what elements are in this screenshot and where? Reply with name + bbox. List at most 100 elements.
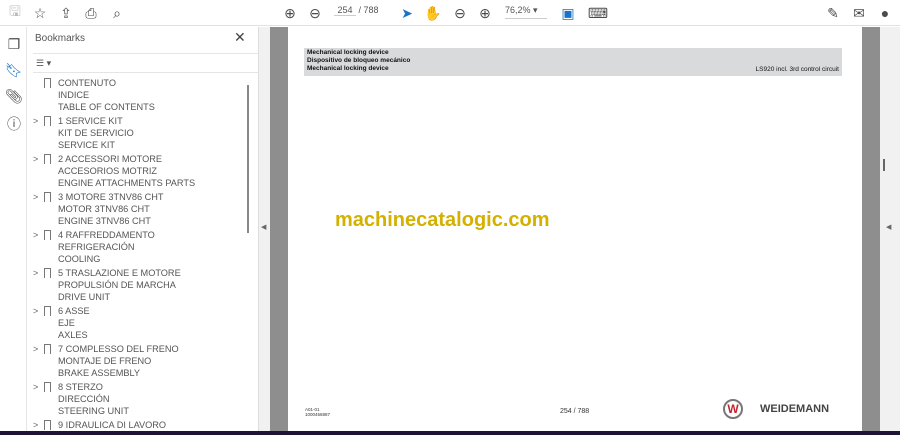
scroll-handle[interactable] (883, 159, 885, 171)
taskbar-strip (0, 431, 900, 435)
page-total: / 788 (358, 5, 379, 15)
bookmark-label: DIRECCIÓN (58, 394, 110, 404)
bookmark-label: MOTOR 3TNV86 CHT (58, 204, 150, 214)
close-icon[interactable]: ✕ (234, 29, 246, 46)
chevron-right-icon[interactable]: > (33, 343, 38, 355)
header-line: Mechanical locking device (307, 49, 389, 56)
bookmark-icon (44, 154, 51, 164)
chevron-right-icon[interactable]: > (33, 267, 38, 279)
bookmark-label: 4 RAFFREDDAMENTO (58, 230, 155, 240)
bookmark-label: DRIVE UNIT (58, 292, 111, 302)
attachment-icon[interactable]: 📎︎ (5, 87, 23, 105)
bookmark-label: ENGINE 3TNV86 CHT (58, 216, 151, 226)
weidemann-logo: W (723, 399, 743, 419)
footer-page-number: 254 / 788 (560, 408, 590, 415)
sign-icon[interactable]: ✎ (824, 4, 842, 22)
bookmark-item[interactable]: >9 IDRAULICA DI LAVORO (27, 419, 249, 431)
options-menu-icon[interactable]: ☰ ▾ (36, 58, 51, 69)
page-header: Mechanical locking device Dispositivo de… (304, 48, 842, 76)
chevron-right-icon[interactable]: > (33, 153, 38, 165)
chevron-right-icon[interactable]: > (33, 381, 38, 393)
mail-icon[interactable]: ✉ (850, 4, 868, 22)
footer-codes: A01-01 1000456887 (305, 407, 330, 417)
bookmark-label: STEERING UNIT (58, 406, 129, 416)
bookmark-label: MONTAJE DE FRENO (58, 356, 152, 366)
scrollbar[interactable] (247, 85, 249, 233)
select-cursor-icon[interactable]: ➤ (398, 4, 416, 22)
chevron-right-icon[interactable]: > (33, 419, 38, 431)
bookmark-item[interactable]: >1 SERVICE KIT KIT DE SERVICIO SERVICE KIT (27, 115, 249, 153)
chevron-right-icon[interactable]: > (33, 305, 38, 317)
prev-page-icon[interactable]: ⊕ (281, 4, 299, 22)
bookmark-item[interactable]: CONTENUTO INDICE TABLE OF CONTENTS (27, 77, 249, 115)
bookmark-icon (44, 268, 51, 278)
bookmark-panel-icon[interactable]: 🔖︎ (5, 61, 23, 79)
bookmark-item[interactable]: >5 TRASLAZIONE E MOTORE PROPULSIÓN DE MAR… (27, 267, 249, 305)
cloud-upload-icon[interactable]: ⇪ (57, 4, 75, 22)
zoom-select[interactable]: 76,2% ▾ (505, 5, 547, 19)
bookmark-item[interactable]: >6 ASSE EJE AXLES (27, 305, 249, 343)
bookmark-label: 3 MOTORE 3TNV86 CHT (58, 192, 164, 202)
bookmark-list: CONTENUTO INDICE TABLE OF CONTENTS >1 SERVI… (27, 77, 249, 431)
bookmark-label: CONTENUTO (58, 78, 117, 88)
bookmark-icon (44, 306, 51, 316)
next-page-icon[interactable]: ⊖ (306, 4, 324, 22)
collapse-arrow-icon[interactable]: ◀ (261, 223, 266, 231)
bookmark-item[interactable]: >2 ACCESSORI MOTORE ACCESORIOS MOTRIZ ENGI… (27, 153, 249, 191)
bookmark-icon (44, 192, 51, 202)
brand-name: WEIDEMANN (760, 403, 830, 415)
print-icon[interactable]: ⎙ (82, 4, 100, 22)
star-icon[interactable]: ☆ (31, 4, 49, 22)
bookmark-label: KIT DE SERVICIO (58, 128, 134, 138)
zoom-in-icon[interactable]: ⊕ (476, 4, 494, 22)
chevron-right-icon[interactable]: > (33, 229, 38, 241)
bookmark-label: 5 TRASLAZIONE E MOTORE (58, 268, 181, 278)
document-info-icon[interactable]: ⓘ (5, 115, 23, 133)
left-rail: ❐ 🔖︎ 📎︎ ⓘ (0, 27, 27, 431)
bookmark-label: INDICE (58, 90, 90, 100)
chevron-right-icon[interactable]: > (33, 191, 38, 203)
bookmark-label: COOLING (58, 254, 101, 264)
account-icon[interactable]: ● (876, 4, 894, 22)
bookmark-label: TABLE OF CONTENTS (58, 102, 155, 112)
panel-splitter[interactable]: ◀ (258, 27, 270, 431)
bookmark-icon (44, 78, 51, 88)
bookmark-icon (44, 230, 51, 240)
page-navigator: / 788 (334, 5, 379, 16)
footer-code: 1000456887 (305, 412, 331, 417)
hand-tool-icon[interactable]: ✋ (424, 4, 442, 22)
bookmark-item[interactable]: >3 MOTORE 3TNV86 CHT MOTOR 3TNV86 CHT ENGI… (27, 191, 249, 229)
bookmark-label: 9 IDRAULICA DI LAVORO (58, 420, 167, 430)
save-icon[interactable]: 🖫 (6, 3, 24, 22)
bookmark-label: REFRIGERACIÓN (58, 242, 135, 252)
page-number-input[interactable] (334, 5, 356, 16)
bookmark-label: 6 ASSE (58, 306, 90, 316)
watermark: machinecatalogic.com (335, 209, 550, 231)
options-bar: ☰ ▾ (33, 53, 258, 73)
expand-arrow-icon[interactable]: ◀ (886, 223, 891, 231)
search-icon[interactable]: ⌕ (108, 4, 126, 22)
bookmark-item[interactable]: >8 STERZO DIRECCIÓN STEERING UNIT (27, 381, 249, 419)
bookmark-label: 7 COMPLESSO DEL FRENO (58, 344, 179, 354)
bookmark-icon (44, 116, 51, 126)
bookmark-item[interactable]: >4 RAFFREDDAMENTO REFRIGERACIÓN COOLING (27, 229, 249, 267)
bookmark-label: SERVICE KIT (58, 140, 116, 150)
zoom-out-icon[interactable]: ⊖ (451, 4, 469, 22)
keyboard-download-icon[interactable]: ⌨ (588, 4, 608, 22)
pages-icon[interactable]: ❐ (5, 35, 23, 53)
bookmark-label: PROPULSIÓN DE MARCHA (58, 280, 176, 290)
chevron-right-icon[interactable]: > (33, 115, 38, 127)
bookmark-label: 1 SERVICE KIT (58, 116, 123, 126)
bookmark-label: BRAKE ASSEMBLY (58, 368, 141, 378)
bookmark-label: 2 ACCESSORI MOTORE (58, 154, 162, 164)
pdf-page: Mechanical locking device Dispositivo de… (288, 27, 862, 431)
toolbar: 🖫 ☆ ⇪ ⎙ ⌕ ⊕ ⊖ / 788 ➤ ✋ ⊖ ⊕ 76,2% ▾ ▣ ⌨ … (0, 0, 900, 26)
bookmark-label: ENGINE ATTACHMENTS PARTS (58, 178, 196, 188)
bookmark-icon (44, 382, 51, 392)
bookmarks-panel: Bookmarks ✕ ☰ ▾ CONTENUTO INDICE TABLE OF … (27, 27, 258, 431)
bookmark-label: EJE (58, 318, 75, 328)
page-fit-icon[interactable]: ▣ (559, 4, 577, 22)
bookmark-item[interactable]: >7 COMPLESSO DEL FRENO MONTAJE DE FRENO BR… (27, 343, 249, 381)
bookmark-label: AXLES (58, 330, 88, 340)
header-model: LS920 incl. 3rd control circuit (755, 66, 839, 73)
